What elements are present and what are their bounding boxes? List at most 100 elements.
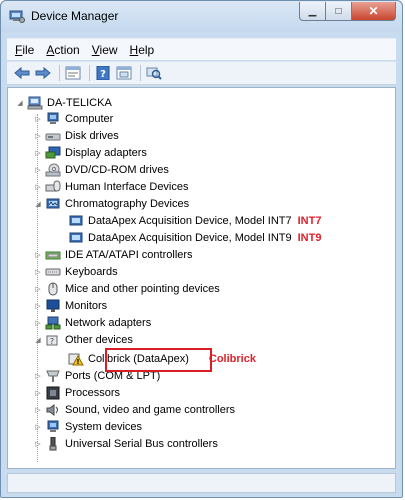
maximize-button[interactable]: □ <box>326 2 352 21</box>
other-devices-icon: ? <box>46 335 58 346</box>
tree-node-system-devices[interactable]: ▷ System devices <box>34 418 142 435</box>
expand-arrow-icon[interactable]: ▷ <box>34 144 42 161</box>
properties-icon <box>65 66 81 80</box>
tree-node-monitors[interactable]: ▷ Monitors <box>34 297 107 314</box>
back-icon <box>14 66 30 80</box>
device-manager-window: Device Manager ▁ □ ✕ File Action View He… <box>0 0 403 498</box>
tree-node-ide-controllers[interactable]: ▷ IDE ATA/ATAPI controllers <box>34 246 192 263</box>
toolbar-separator <box>59 65 60 81</box>
annotation-colibrick: Colibrick <box>208 352 256 365</box>
acquisition-device-icon <box>69 232 83 242</box>
tree-node-processors[interactable]: ▷ Processors <box>34 384 120 401</box>
expand-arrow-icon[interactable]: ▷ <box>34 384 42 401</box>
acquisition-device-icon <box>69 215 83 225</box>
annotation-int9: INT9 <box>297 231 322 244</box>
status-bar <box>7 473 396 493</box>
warning-device-icon: ! <box>68 353 84 366</box>
expand-arrow-icon[interactable]: ▷ <box>34 110 42 127</box>
expand-arrow-icon[interactable]: ▷ <box>34 246 42 263</box>
tree-node-int9-device[interactable]: DataApex Acquisition Device, Model INT9 … <box>68 229 321 246</box>
hid-icon <box>45 180 61 191</box>
toolbar-separator <box>140 65 141 81</box>
tree-node-computer[interactable]: ▷ Computer <box>34 110 113 127</box>
scan-hardware-button[interactable] <box>145 65 163 81</box>
collapse-arrow-icon[interactable]: ◢ <box>34 195 42 212</box>
menu-bar: File Action View Help <box>7 38 396 60</box>
expand-arrow-icon[interactable]: ▷ <box>34 297 42 314</box>
forward-icon <box>35 66 51 80</box>
tree-node-keyboards[interactable]: ▷ Keyboards <box>34 263 117 280</box>
menu-file[interactable]: File <box>15 43 34 57</box>
minimize-button[interactable]: ▁ <box>299 2 326 21</box>
tree-root-node[interactable]: ◢ DA-TELICKA <box>16 94 112 111</box>
expand-arrow-icon[interactable]: ▷ <box>34 418 42 435</box>
system-devices-icon <box>47 420 59 432</box>
expand-arrow-icon[interactable]: ▷ <box>34 401 42 418</box>
menu-help[interactable]: Help <box>130 43 155 57</box>
tree-node-dvd-drives[interactable]: ▷ DVD/CD-ROM drives <box>34 161 169 178</box>
tree-node-human-interface-devices[interactable]: ▷ Human Interface Devices <box>34 178 189 195</box>
device-manager-app-icon <box>9 10 25 23</box>
show-hidden-icon <box>116 66 132 80</box>
tree-node-sound-controllers[interactable]: ▷ Sound, video and game controllers <box>34 401 235 418</box>
port-icon <box>46 370 60 382</box>
forward-button[interactable] <box>34 65 52 81</box>
monitor-icon <box>46 299 60 312</box>
ide-controller-icon <box>45 251 61 259</box>
svg-text:!: ! <box>76 358 79 366</box>
root-label: DA-TELICKA <box>47 96 112 109</box>
close-icon: ✕ <box>368 4 379 18</box>
properties-button[interactable] <box>64 65 82 81</box>
back-button[interactable] <box>13 65 31 81</box>
expand-arrow-icon[interactable]: ▷ <box>34 367 42 384</box>
tree-node-int7-device[interactable]: DataApex Acquisition Device, Model INT7 … <box>68 212 321 229</box>
tree-node-display-adapters[interactable]: ▷ Display adapters <box>34 144 147 161</box>
tree-node-usb-controllers[interactable]: ▷ Universal Serial Bus controllers <box>34 435 218 452</box>
collapse-arrow-icon[interactable]: ◢ <box>34 331 42 348</box>
expand-arrow-icon[interactable]: ▷ <box>34 178 42 195</box>
expand-arrow-icon[interactable]: ▷ <box>34 314 42 331</box>
dvd-drive-icon <box>45 163 61 176</box>
window-title: Device Manager <box>31 9 119 23</box>
expand-arrow-icon[interactable]: ▷ <box>34 280 42 297</box>
tree-node-chromatography-devices[interactable]: ◢ Chromatography Devices <box>34 195 189 212</box>
expand-arrow-icon[interactable]: ▷ <box>34 435 42 452</box>
toolbar: ? <box>7 61 396 85</box>
display-adapter-icon <box>45 146 61 158</box>
tree-node-disk-drives[interactable]: ▷ Disk drives <box>34 127 119 144</box>
svg-text:?: ? <box>100 69 106 80</box>
device-tree[interactable]: ◢ DA-TELICKA ▷ Computer ▷ Disk drives ▷ … <box>7 87 396 469</box>
sound-icon <box>46 403 58 416</box>
svg-text:?: ? <box>50 337 54 346</box>
disk-drive-icon <box>45 133 61 140</box>
help-icon: ? <box>96 66 110 80</box>
colibrick-highlight-box <box>105 348 212 372</box>
collapse-arrow-icon[interactable]: ◢ <box>16 94 24 111</box>
computer-icon <box>47 112 59 124</box>
maximize-icon: □ <box>335 5 342 17</box>
tree-node-mice[interactable]: ▷ Mice and other pointing devices <box>34 280 220 297</box>
minimize-icon: ▁ <box>308 5 317 17</box>
expand-arrow-icon[interactable]: ▷ <box>34 161 42 178</box>
processor-icon <box>46 386 60 399</box>
scan-hardware-icon <box>146 67 162 80</box>
show-hidden-button[interactable] <box>115 65 133 81</box>
window-controls: ▁ □ ✕ <box>299 2 396 21</box>
usb-icon <box>49 436 57 450</box>
tree-node-other-devices[interactable]: ◢ ? Other devices <box>34 331 133 348</box>
toolbar-separator <box>89 65 90 81</box>
menu-action[interactable]: Action <box>46 43 79 57</box>
help-button[interactable]: ? <box>94 65 112 81</box>
title-bar[interactable]: Device Manager ▁ □ ✕ <box>1 1 402 32</box>
tree-node-network-adapters[interactable]: ▷ Network adapters <box>34 314 151 331</box>
network-adapter-icon <box>45 316 61 329</box>
expand-arrow-icon[interactable]: ▷ <box>34 127 42 144</box>
annotation-int7: INT7 <box>297 214 322 227</box>
computer-root-icon <box>27 96 43 109</box>
expand-arrow-icon[interactable]: ▷ <box>34 263 42 280</box>
mouse-icon <box>48 282 58 295</box>
chromatography-icon <box>46 198 60 208</box>
keyboard-icon <box>45 268 61 275</box>
close-button[interactable]: ✕ <box>352 2 396 21</box>
menu-view[interactable]: View <box>92 43 118 57</box>
